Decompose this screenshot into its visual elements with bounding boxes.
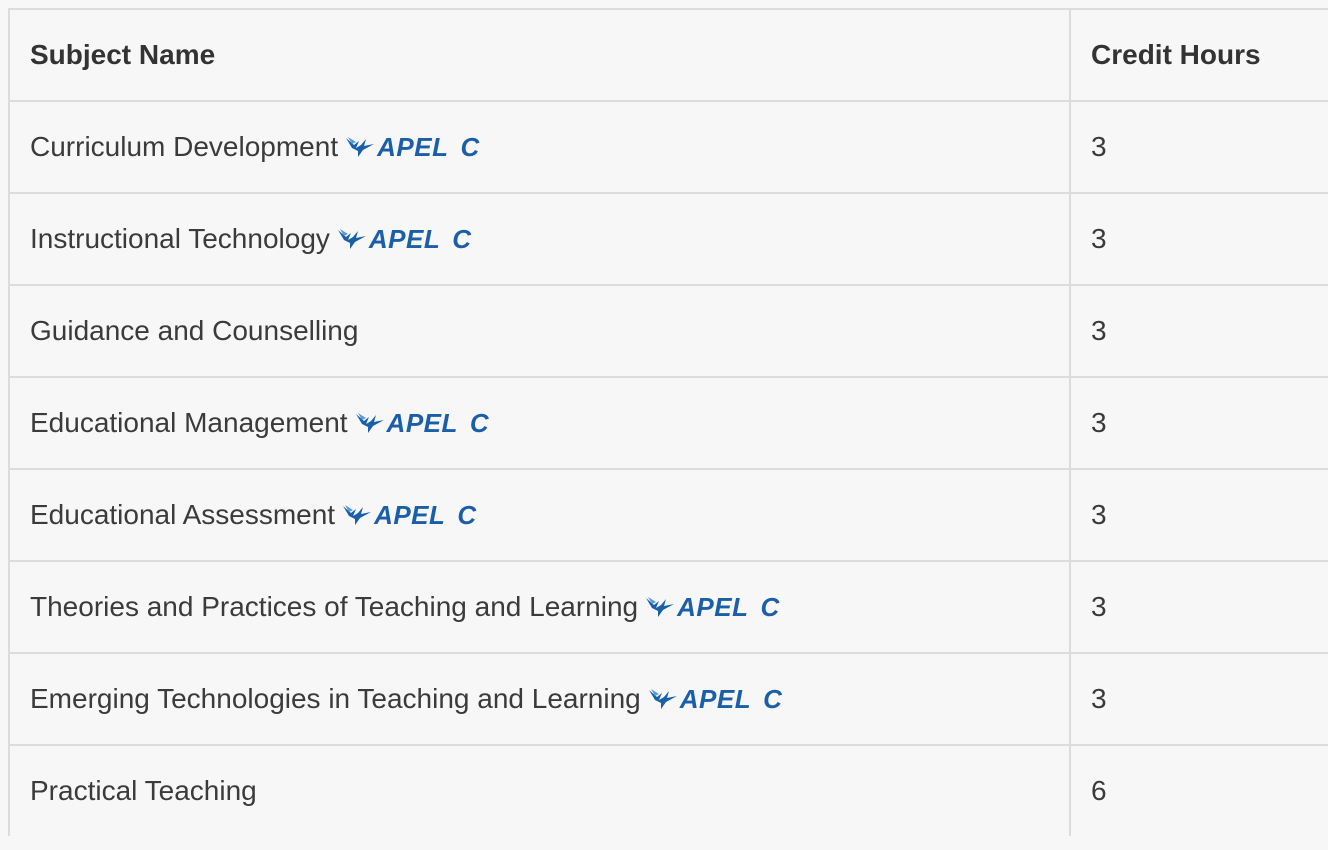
apel-text: APEL — [374, 499, 446, 530]
table-header-row: Subject Name Credit Hours — [8, 8, 1328, 102]
table-row: Educational Management APEL C 3 — [8, 376, 1328, 470]
table-body: Curriculum Development APEL C 3 Instructiona… — [8, 100, 1328, 836]
apel-suffix: C — [469, 407, 490, 438]
credit-hours-cell: 6 — [1069, 744, 1328, 836]
subject-cell: Guidance and Counselling — [8, 284, 1071, 378]
subject-cell: Instructional Technology APEL C — [8, 192, 1071, 286]
bird-logo-icon — [343, 505, 372, 525]
subject-name: Guidance and Counselling — [30, 315, 359, 346]
credit-hours-cell: 3 — [1069, 560, 1328, 654]
credit-hours-cell: 3 — [1069, 192, 1328, 286]
subject-cell: Educational Management APEL C — [8, 376, 1071, 470]
apel-text: APEL — [677, 591, 749, 622]
apel-suffix: C — [460, 131, 480, 162]
table-row: Instructional Technology APEL C 3 — [8, 192, 1328, 286]
apel-text: APEL — [679, 683, 752, 714]
apel-suffix: C — [457, 499, 477, 530]
apel-c-badge: APEL C — [648, 683, 783, 715]
apel-suffix: C — [452, 223, 472, 254]
apel-suffix: C — [763, 683, 783, 714]
apel-c-badge: APEL C — [346, 132, 480, 163]
credit-hours-cell: 3 — [1069, 468, 1328, 562]
apel-c-badge: APEL C — [355, 407, 490, 439]
subjects-table: Subject Name Credit Hours Curriculum Dev… — [8, 8, 1328, 836]
credit-hours-cell: 3 — [1069, 652, 1328, 746]
bird-logo-icon — [337, 229, 366, 249]
credit-hours-cell: 3 — [1069, 376, 1328, 470]
apel-text: APEL — [377, 131, 449, 162]
apel-text: APEL — [368, 223, 441, 254]
subject-name: Educational Management — [30, 407, 348, 438]
subject-cell: Practical Teaching — [8, 744, 1071, 836]
apel-c-badge: APEL C — [343, 500, 477, 531]
apel-c-badge: APEL C — [646, 592, 780, 623]
subject-name: Curriculum Development — [30, 131, 339, 162]
bird-logo-icon — [646, 597, 675, 617]
subject-name-header: Subject Name — [8, 8, 1071, 102]
subject-name: Educational Assessment — [30, 499, 336, 530]
apel-c-badge: APEL C — [337, 223, 472, 255]
table-row: Curriculum Development APEL C 3 — [8, 100, 1328, 194]
subject-cell: Educational Assessment APEL C — [8, 468, 1071, 562]
subject-cell: Theories and Practices of Teaching and L… — [8, 560, 1071, 654]
table-row: Practical Teaching 6 — [8, 744, 1328, 836]
subject-name: Theories and Practices of Teaching and L… — [30, 591, 639, 622]
subject-name: Instructional Technology — [30, 223, 330, 254]
table-row: Theories and Practices of Teaching and L… — [8, 560, 1328, 654]
subject-name: Practical Teaching — [30, 775, 257, 806]
bird-logo-icon — [355, 413, 384, 433]
subject-name: Emerging Technologies in Teaching and Le… — [30, 683, 641, 714]
bird-logo-icon — [648, 689, 677, 709]
credit-hours-cell: 3 — [1069, 100, 1328, 194]
table-row: Emerging Technologies in Teaching and Le… — [8, 652, 1328, 746]
table-row: Educational Assessment APEL C 3 — [8, 468, 1328, 562]
credit-hours-cell: 3 — [1069, 284, 1328, 378]
subject-cell: Curriculum Development APEL C — [8, 100, 1071, 194]
bird-logo-icon — [346, 137, 375, 157]
apel-text: APEL — [386, 407, 458, 438]
apel-suffix: C — [760, 591, 780, 622]
subject-cell: Emerging Technologies in Teaching and Le… — [8, 652, 1071, 746]
table-row: Guidance and Counselling 3 — [8, 284, 1328, 378]
credit-hours-header: Credit Hours — [1069, 8, 1328, 102]
subjects-table-container: Subject Name Credit Hours Curriculum Dev… — [8, 8, 1328, 836]
